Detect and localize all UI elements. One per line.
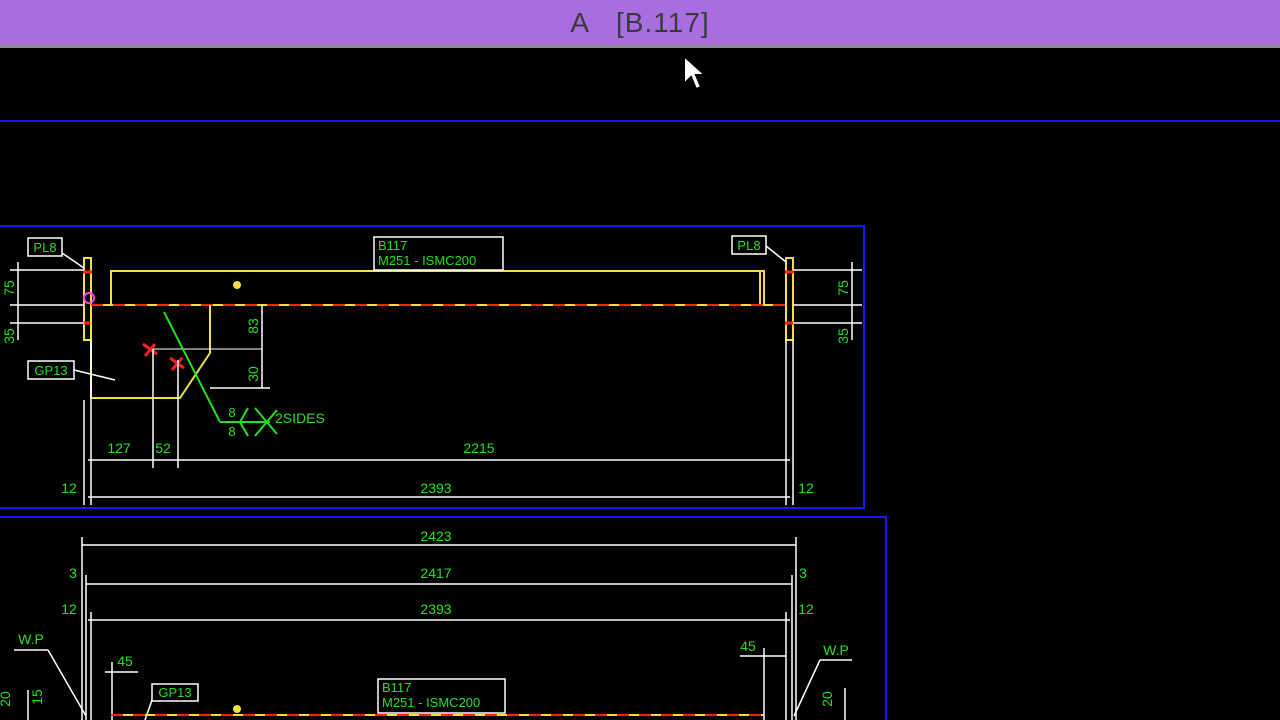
gusset-bolt xyxy=(169,356,185,371)
tag-pl8-right-text: PL8 xyxy=(737,238,760,253)
view2-dim-3-left: 3 xyxy=(69,565,77,581)
view2-dim-15: 15 xyxy=(29,689,45,705)
view2-tag-beam-section-text: M251 - ISMC200 xyxy=(382,695,480,710)
view2-dim-12-right: 12 xyxy=(798,601,814,617)
view2-dim-12-left: 12 xyxy=(61,601,77,617)
work-point-marker xyxy=(83,292,95,304)
weld-note: 2SIDES xyxy=(275,410,325,426)
view2-dim-45-right: 45 xyxy=(740,638,756,654)
tag-beam-mark-text: B117 xyxy=(378,238,407,253)
view2-dim-45-left: 45 xyxy=(117,653,133,669)
tag-beam-section-text: M251 - ISMC200 xyxy=(378,253,476,268)
tag-pl8-left-text: PL8 xyxy=(33,240,56,255)
channel-web xyxy=(110,270,765,306)
end-plate-right xyxy=(785,257,794,341)
view2-dim-3-right: 3 xyxy=(799,565,807,581)
dim-83: 83 xyxy=(245,318,261,334)
view2-dim-2417: 2417 xyxy=(420,565,451,581)
mouse-pointer-icon xyxy=(683,54,706,91)
tag-gp13-text: GP13 xyxy=(34,363,67,378)
dim-12-right: 12 xyxy=(798,480,814,496)
dim-75-left: 75 xyxy=(1,280,17,296)
view2-dim-20-left: 20 xyxy=(0,691,13,707)
gusset-bolt xyxy=(142,342,158,357)
weld-size-top: 8 xyxy=(228,405,235,420)
view2-elevation: B117 M251 - ISMC200 GP13 W.P W.P 2423 3 … xyxy=(0,528,852,720)
view2-dim-2393: 2393 xyxy=(420,601,451,617)
dim-75-right: 75 xyxy=(835,280,851,296)
dim-30: 30 xyxy=(245,366,261,382)
view2-tag-beam-mark-text: B117 xyxy=(382,680,411,695)
dim-12-left: 12 xyxy=(61,480,77,496)
view2-dim-2423: 2423 xyxy=(420,528,451,544)
dim-35-right: 35 xyxy=(835,328,851,344)
dim-2215: 2215 xyxy=(463,440,494,456)
view2-dim-20-right: 20 xyxy=(819,691,835,707)
view2-member-mark-dot xyxy=(233,705,241,713)
view1-elevation: PL8 PL8 GP13 B117 M251 - ISMC200 8 8 2SI… xyxy=(1,235,862,505)
view2-wp-left: W.P xyxy=(18,631,44,647)
view2-tag-gp13-text: GP13 xyxy=(158,685,191,700)
weld-leader xyxy=(163,311,221,423)
dim-52: 52 xyxy=(155,440,171,456)
member-mark-dot xyxy=(233,281,241,289)
dim-35-left: 35 xyxy=(1,328,17,344)
view2-wp-right: W.P xyxy=(823,642,849,658)
dim-127: 127 xyxy=(107,440,131,456)
weld-size-bottom: 8 xyxy=(228,424,235,439)
drawing-canvas[interactable]: PL8 PL8 GP13 B117 M251 - ISMC200 8 8 2SI… xyxy=(0,0,1280,720)
dim-2393: 2393 xyxy=(420,480,451,496)
